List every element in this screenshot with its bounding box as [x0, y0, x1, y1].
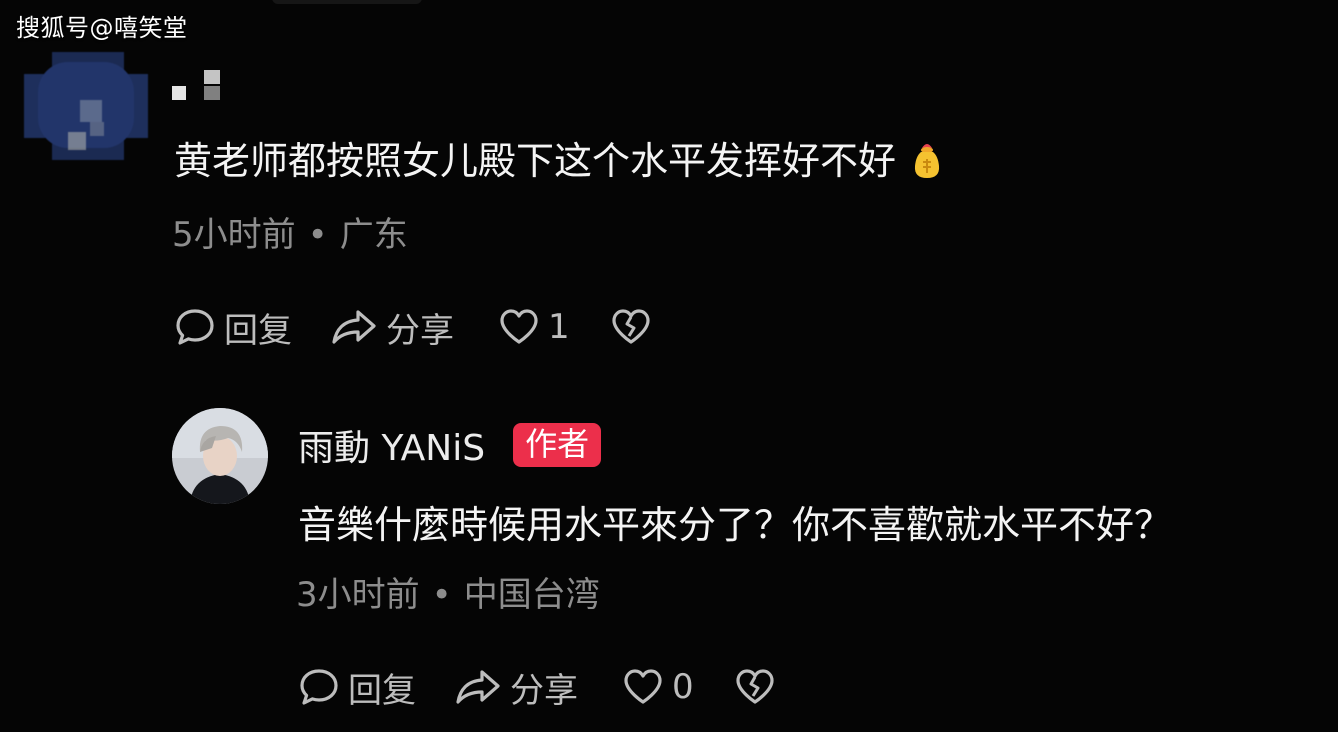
meta-separator: • — [431, 575, 452, 615]
reply-label: 回复 — [224, 310, 292, 351]
avatar[interactable] — [172, 408, 268, 504]
like-count: 0 — [672, 667, 694, 707]
comment-bubble-icon — [300, 669, 338, 705]
like-count: 1 — [548, 307, 570, 347]
share-arrow-icon — [456, 670, 500, 704]
share-button[interactable]: 分享 — [330, 303, 454, 352]
share-label: 分享 — [386, 310, 454, 351]
heart-icon — [624, 669, 662, 704]
reply-text: 音樂什麼時候用水平來分了？你不喜歡就水平不好？ — [298, 506, 1172, 544]
share-button[interactable]: 分享 — [454, 663, 578, 712]
reply-meta: 3小时前 • 中国台湾 — [296, 578, 600, 612]
author-row: 雨動 YANiS 作者 — [298, 419, 602, 471]
comment-text: 黄老师都按照女儿殿下这个水平发挥好不好 — [174, 142, 944, 184]
broken-heart-icon — [736, 669, 774, 704]
comment-meta: 5小时前 • 广东 — [172, 218, 408, 252]
author-badge: 作者 — [513, 422, 602, 468]
dislike-button[interactable] — [734, 666, 776, 708]
reply-time: 3小时前 — [296, 575, 420, 615]
dislike-button[interactable] — [610, 306, 652, 348]
comment-body: 黄老师都按照女儿殿下这个水平发挥好不好 — [174, 139, 897, 183]
reply-label: 回复 — [348, 670, 416, 711]
author-username[interactable]: 雨動 YANiS — [298, 419, 485, 471]
previous-comment-cutoff — [272, 0, 422, 4]
comment-bubble-icon — [176, 309, 214, 345]
comment-time: 5小时前 — [172, 215, 296, 255]
comment-location: 广东 — [339, 215, 408, 255]
reply-location: 中国台湾 — [463, 575, 600, 615]
meta-separator: • — [307, 215, 328, 255]
heart-icon — [500, 309, 538, 344]
broken-heart-icon — [612, 309, 650, 344]
reply-button[interactable]: 回复 — [174, 303, 292, 352]
reply-actions: 回复 分享 0 — [298, 662, 776, 712]
avatar-blurred[interactable] — [24, 52, 148, 160]
username-redacted[interactable] — [168, 70, 228, 104]
watermark: 搜狐号@嘻笑堂 — [16, 14, 188, 42]
comment-actions: 回复 分享 1 — [174, 302, 652, 352]
reply-button[interactable]: 回复 — [298, 663, 416, 712]
share-label: 分享 — [510, 670, 578, 711]
money-bag-icon — [910, 140, 944, 180]
like-button[interactable]: 0 — [622, 666, 694, 708]
like-button[interactable]: 1 — [498, 306, 570, 348]
reply-body: 音樂什麼時候用水平來分了？你不喜歡就水平不好？ — [298, 503, 1173, 547]
share-arrow-icon — [332, 310, 376, 344]
